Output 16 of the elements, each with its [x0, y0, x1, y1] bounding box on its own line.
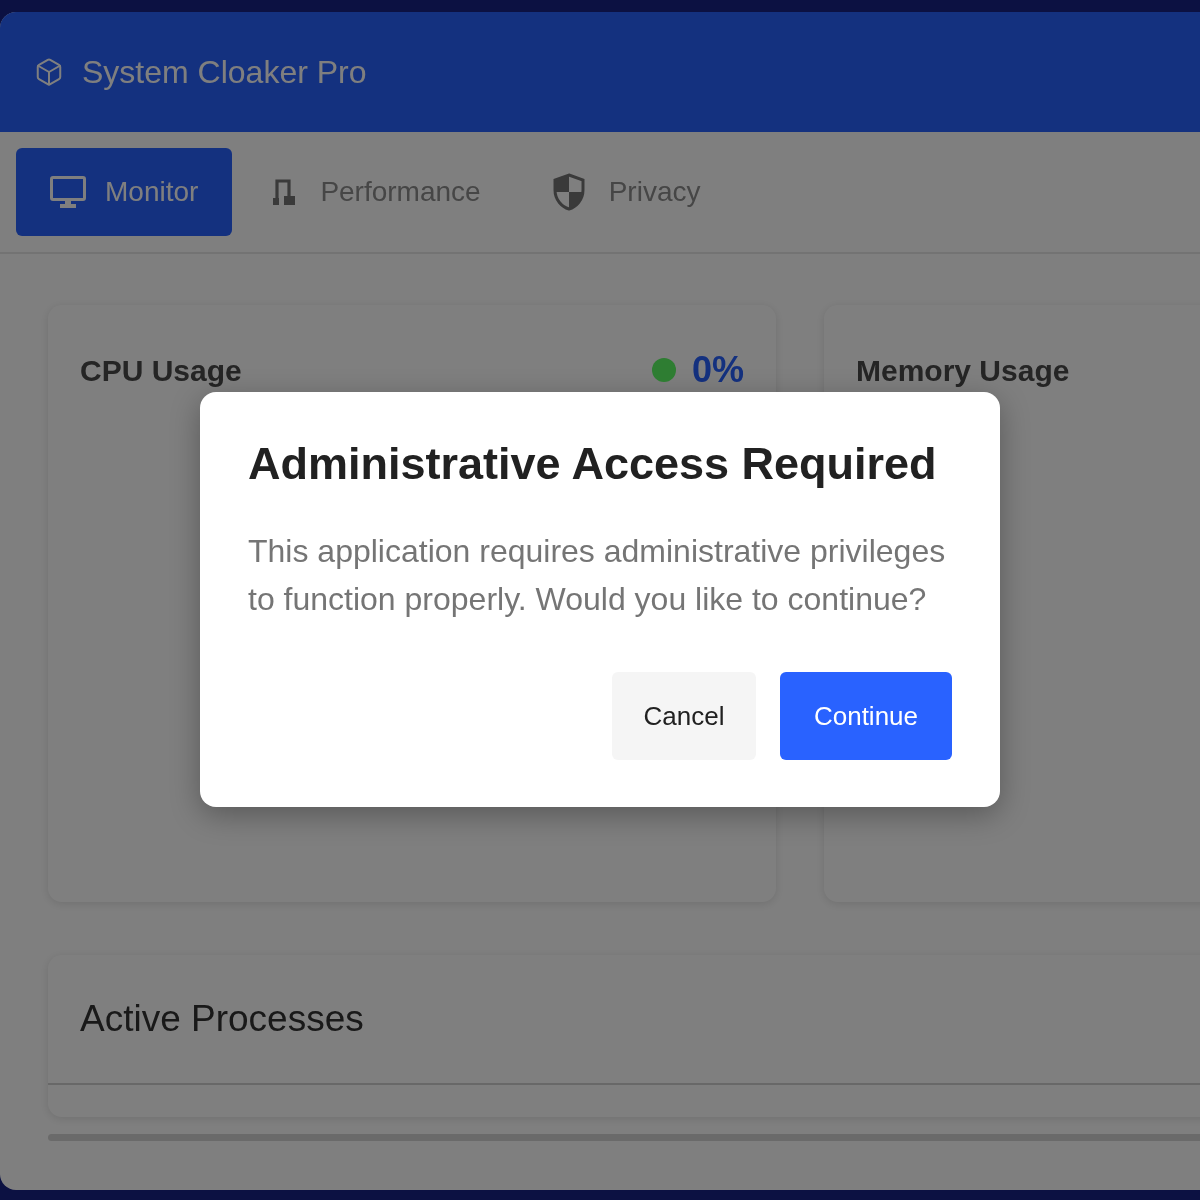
cube-icon [34, 57, 64, 87]
cancel-button[interactable]: Cancel [612, 672, 756, 760]
usage-value: 0% [691, 348, 744, 392]
card-title: CPU Usage [80, 352, 242, 389]
shield-icon [552, 173, 585, 211]
dialog-message: This application requires administrative privileges to function properly. Would you like to continue? [248, 532, 947, 619]
section-title: Active Processes [80, 997, 364, 1042]
card-title: Memory Usage [856, 352, 1070, 389]
tab[interactable]: Monitor [16, 148, 233, 236]
dialog-title: Administrative Access Required [248, 438, 938, 490]
tab[interactable]: Performance [240, 148, 513, 236]
tab[interactable]: Privacy [520, 148, 733, 236]
app-title: System Cloaker Pro [82, 53, 367, 92]
monitor-icon [50, 176, 86, 208]
chair-icon [272, 178, 297, 206]
continue-button[interactable]: Continue [780, 672, 952, 760]
